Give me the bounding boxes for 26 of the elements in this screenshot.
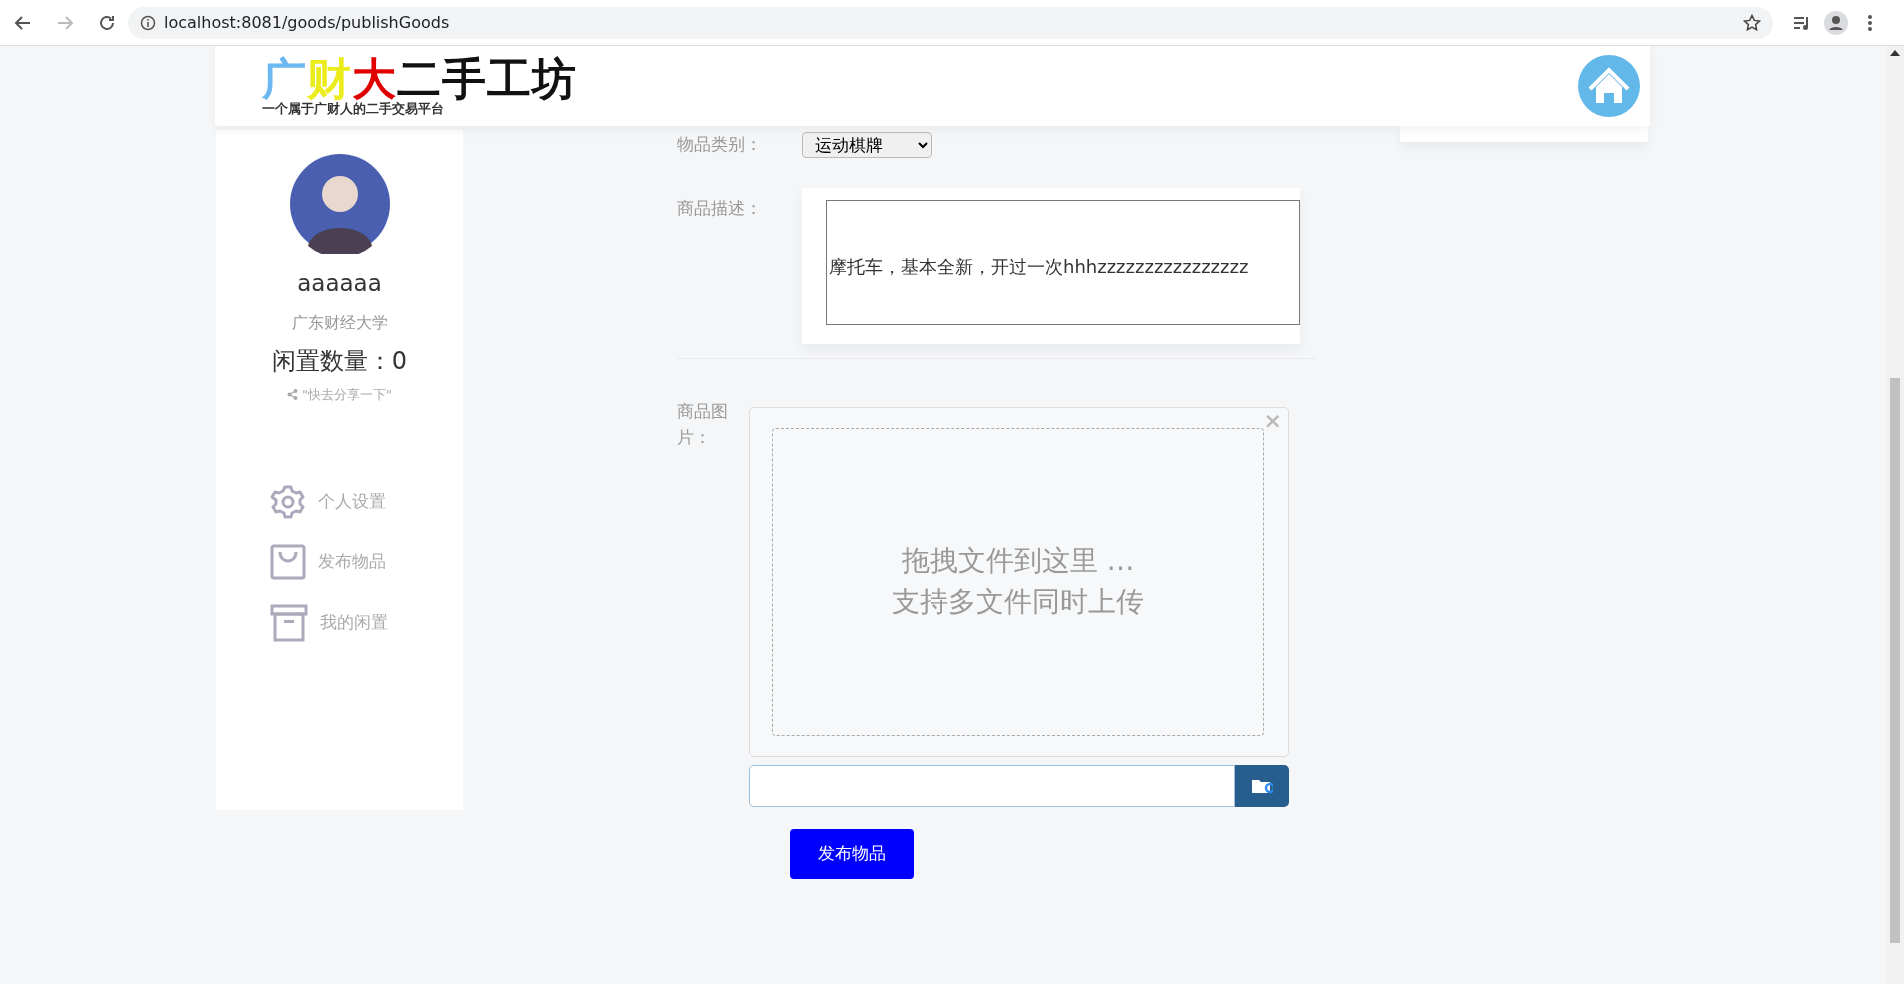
drop-zone-text: 支持多文件同时上传 xyxy=(892,584,1144,620)
url-text: localhost:8081/goods/publishGoods xyxy=(164,11,450,34)
logo[interactable]: 广财大二手工坊 一个属于广财人的二手交易平台 xyxy=(262,56,577,116)
drop-zone-text: 拖拽文件到这里 … xyxy=(901,543,1135,580)
school-name: 广东财经大学 xyxy=(291,311,388,334)
logo-tagline: 一个属于广财人的二手交易平台 xyxy=(262,100,444,116)
folder-icon xyxy=(1251,777,1273,795)
field-label: 物品类别： xyxy=(677,133,763,157)
field-label: 商品图片： xyxy=(677,400,729,449)
scrollbar[interactable] xyxy=(1886,46,1904,984)
field-label: 商品描述： xyxy=(677,197,763,220)
scroll-up-icon[interactable] xyxy=(1890,50,1900,56)
star-icon[interactable] xyxy=(1743,13,1761,32)
description-field[interactable]: 摩托车，基本全新，开过一次hhhzzzzzzzzzzzzzzzz xyxy=(826,200,1300,325)
browse-button[interactable] xyxy=(1235,765,1289,807)
file-path-field[interactable] xyxy=(749,765,1235,807)
archive-icon xyxy=(269,604,308,642)
gear-icon xyxy=(269,484,306,520)
item-count: 闲置数量：0 xyxy=(271,345,408,377)
info-icon xyxy=(140,14,156,31)
profile-icon[interactable] xyxy=(1823,9,1849,36)
publish-button[interactable]: 发布物品 xyxy=(790,829,914,879)
category-select[interactable]: 运动棋牌 xyxy=(802,132,932,158)
address-bar[interactable]: localhost:8081/goods/publishGoods xyxy=(128,6,1773,39)
bag-icon xyxy=(269,544,306,580)
username: aaaaaa xyxy=(297,269,382,298)
